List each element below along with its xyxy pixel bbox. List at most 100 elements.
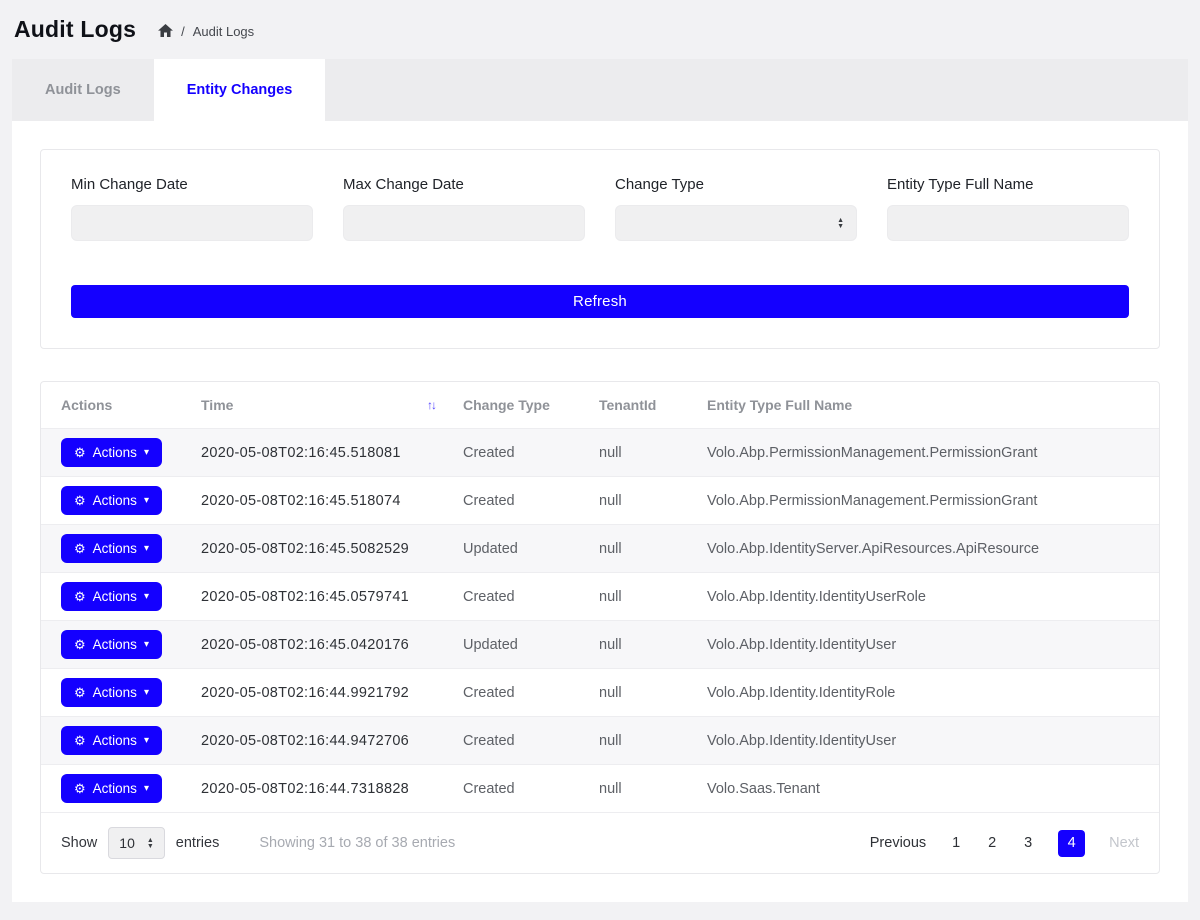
table-row: ⚙ Actions ▾ 2020-05-08T02:16:45.518081 C… bbox=[41, 429, 1159, 477]
cell-tenant-id: null bbox=[587, 477, 695, 525]
page-button[interactable]: 4 bbox=[1058, 830, 1085, 857]
gear-icon: ⚙ bbox=[74, 734, 86, 747]
tab-entity-changes[interactable]: Entity Changes bbox=[154, 59, 326, 121]
gear-icon: ⚙ bbox=[74, 542, 86, 555]
cell-time: 2020-05-08T02:16:44.7318828 bbox=[189, 765, 451, 813]
gear-icon: ⚙ bbox=[74, 446, 86, 459]
page-button[interactable]: 1 bbox=[950, 835, 962, 851]
table-row: ⚙ Actions ▾ 2020-05-08T02:16:45.0579741 … bbox=[41, 573, 1159, 621]
min-change-date-label: Min Change Date bbox=[71, 176, 313, 193]
table-row: ⚙ Actions ▾ 2020-05-08T02:16:44.7318828 … bbox=[41, 765, 1159, 813]
refresh-button[interactable]: Refresh bbox=[71, 285, 1129, 318]
main-panel: Min Change Date Max Change Date Change T… bbox=[12, 121, 1188, 902]
cell-tenant-id: null bbox=[587, 765, 695, 813]
page-title: Audit Logs bbox=[14, 16, 136, 43]
caret-down-icon: ▾ bbox=[144, 592, 149, 602]
cell-tenant-id: null bbox=[587, 573, 695, 621]
table-row: ⚙ Actions ▾ 2020-05-08T02:16:44.9921792 … bbox=[41, 669, 1159, 717]
page-size-value: 10 bbox=[119, 835, 135, 851]
table-card: Actions Time ↑↓ Change Type TenantId Ent… bbox=[40, 381, 1160, 874]
row-actions-button[interactable]: ⚙ Actions ▾ bbox=[61, 486, 162, 515]
change-type-label: Change Type bbox=[615, 176, 857, 193]
filter-max-change-date: Max Change Date bbox=[343, 176, 585, 241]
cell-tenant-id: null bbox=[587, 429, 695, 477]
gear-icon: ⚙ bbox=[74, 638, 86, 651]
select-arrows-icon: ▲▼ bbox=[147, 838, 154, 849]
next-page-button[interactable]: Next bbox=[1109, 835, 1139, 851]
table-footer: Show 10 ▲▼ entries Showing 31 to 38 of 3… bbox=[41, 812, 1159, 873]
column-header-time[interactable]: Time ↑↓ bbox=[189, 382, 451, 429]
entity-type-input[interactable] bbox=[887, 205, 1129, 241]
cell-time: 2020-05-08T02:16:45.0420176 bbox=[189, 621, 451, 669]
min-change-date-input[interactable] bbox=[71, 205, 313, 241]
table-row: ⚙ Actions ▾ 2020-05-08T02:16:44.9472706 … bbox=[41, 717, 1159, 765]
cell-change-type: Created bbox=[451, 669, 587, 717]
cell-time: 2020-05-08T02:16:44.9472706 bbox=[189, 717, 451, 765]
previous-page-button[interactable]: Previous bbox=[870, 835, 926, 851]
cell-change-type: Created bbox=[451, 477, 587, 525]
row-actions-button[interactable]: ⚙ Actions ▾ bbox=[61, 678, 162, 707]
cell-entity-type: Volo.Abp.Identity.IdentityRole bbox=[695, 669, 1159, 717]
cell-entity-type: Volo.Abp.IdentityServer.ApiResources.Api… bbox=[695, 525, 1159, 573]
caret-down-icon: ▾ bbox=[144, 448, 149, 458]
tab-strip: Audit Logs Entity Changes bbox=[12, 59, 1188, 121]
cell-time: 2020-05-08T02:16:45.518074 bbox=[189, 477, 451, 525]
entity-type-label: Entity Type Full Name bbox=[887, 176, 1129, 193]
cell-tenant-id: null bbox=[587, 717, 695, 765]
cell-change-type: Created bbox=[451, 717, 587, 765]
home-icon[interactable] bbox=[158, 24, 173, 37]
sort-icon[interactable]: ↑↓ bbox=[427, 398, 439, 412]
breadcrumb: / Audit Logs bbox=[158, 20, 254, 39]
table-row: ⚙ Actions ▾ 2020-05-08T02:16:45.5082529 … bbox=[41, 525, 1159, 573]
row-actions-button[interactable]: ⚙ Actions ▾ bbox=[61, 438, 162, 467]
table-row: ⚙ Actions ▾ 2020-05-08T02:16:45.0420176 … bbox=[41, 621, 1159, 669]
cell-entity-type: Volo.Abp.PermissionManagement.Permission… bbox=[695, 477, 1159, 525]
table-row: ⚙ Actions ▾ 2020-05-08T02:16:45.518074 C… bbox=[41, 477, 1159, 525]
filter-change-type: Change Type ▲▼ bbox=[615, 176, 857, 241]
entity-changes-table: Actions Time ↑↓ Change Type TenantId Ent… bbox=[41, 382, 1159, 812]
cell-entity-type: Volo.Abp.Identity.IdentityUserRole bbox=[695, 573, 1159, 621]
select-arrows-icon: ▲▼ bbox=[837, 218, 844, 229]
filter-card: Min Change Date Max Change Date Change T… bbox=[40, 149, 1160, 349]
filter-min-change-date: Min Change Date bbox=[71, 176, 313, 241]
show-label: Show bbox=[61, 835, 97, 851]
page-size-select[interactable]: 10 ▲▼ bbox=[108, 827, 165, 859]
table-body: ⚙ Actions ▾ 2020-05-08T02:16:45.518081 C… bbox=[41, 429, 1159, 813]
cell-entity-type: Volo.Abp.PermissionManagement.Permission… bbox=[695, 429, 1159, 477]
breadcrumb-current: Audit Logs bbox=[193, 24, 254, 39]
cell-change-type: Created bbox=[451, 573, 587, 621]
page-button[interactable]: 2 bbox=[986, 835, 998, 851]
column-header-actions: Actions bbox=[41, 382, 189, 429]
caret-down-icon: ▾ bbox=[144, 544, 149, 554]
cell-time: 2020-05-08T02:16:45.0579741 bbox=[189, 573, 451, 621]
pagination-pages: 1 2 3 4 bbox=[950, 830, 1085, 857]
row-actions-button[interactable]: ⚙ Actions ▾ bbox=[61, 630, 162, 659]
entries-label: entries bbox=[176, 835, 220, 851]
row-actions-button[interactable]: ⚙ Actions ▾ bbox=[61, 534, 162, 563]
page-button[interactable]: 3 bbox=[1022, 835, 1034, 851]
cell-tenant-id: null bbox=[587, 621, 695, 669]
row-actions-button[interactable]: ⚙ Actions ▾ bbox=[61, 726, 162, 755]
caret-down-icon: ▾ bbox=[144, 736, 149, 746]
cell-time: 2020-05-08T02:16:44.9921792 bbox=[189, 669, 451, 717]
caret-down-icon: ▾ bbox=[144, 784, 149, 794]
column-header-change-type: Change Type bbox=[451, 382, 587, 429]
row-actions-button[interactable]: ⚙ Actions ▾ bbox=[61, 774, 162, 803]
gear-icon: ⚙ bbox=[74, 494, 86, 507]
row-actions-button[interactable]: ⚙ Actions ▾ bbox=[61, 582, 162, 611]
tab-audit-logs[interactable]: Audit Logs bbox=[12, 59, 154, 121]
max-change-date-input[interactable] bbox=[343, 205, 585, 241]
cell-change-type: Created bbox=[451, 765, 587, 813]
gear-icon: ⚙ bbox=[74, 686, 86, 699]
page-header: Audit Logs / Audit Logs bbox=[0, 0, 1200, 59]
change-type-select[interactable]: ▲▼ bbox=[615, 205, 857, 241]
cell-change-type: Updated bbox=[451, 621, 587, 669]
max-change-date-label: Max Change Date bbox=[343, 176, 585, 193]
table-header-row: Actions Time ↑↓ Change Type TenantId Ent… bbox=[41, 382, 1159, 429]
column-header-tenant-id: TenantId bbox=[587, 382, 695, 429]
pagination: Previous 1 2 3 4 Next bbox=[870, 830, 1139, 857]
filter-entity-type: Entity Type Full Name bbox=[887, 176, 1129, 241]
cell-time: 2020-05-08T02:16:45.518081 bbox=[189, 429, 451, 477]
gear-icon: ⚙ bbox=[74, 590, 86, 603]
cell-time: 2020-05-08T02:16:45.5082529 bbox=[189, 525, 451, 573]
